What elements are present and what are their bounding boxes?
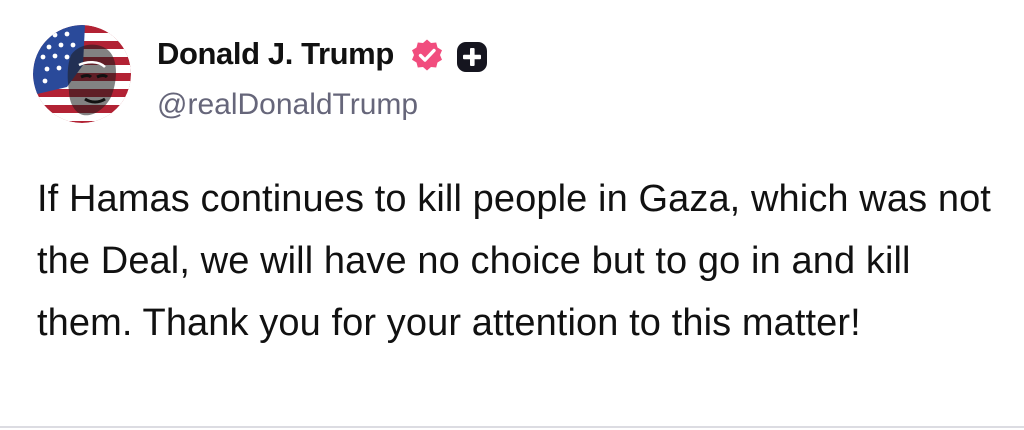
post-body-text: If Hamas continues to kill people in Gaz…	[37, 178, 991, 344]
author-display-name[interactable]: Donald J. Trump	[157, 36, 394, 72]
divider	[0, 426, 1024, 428]
verified-badge-icon	[409, 38, 445, 74]
author-avatar[interactable]	[33, 25, 131, 123]
post-card: Donald J. Trump @realDonaldTrump If Hama…	[0, 0, 1024, 430]
plus-badge-icon	[456, 41, 488, 73]
author-handle[interactable]: @realDonaldTrump	[157, 88, 418, 122]
flag-portrait-avatar-icon	[33, 25, 131, 123]
